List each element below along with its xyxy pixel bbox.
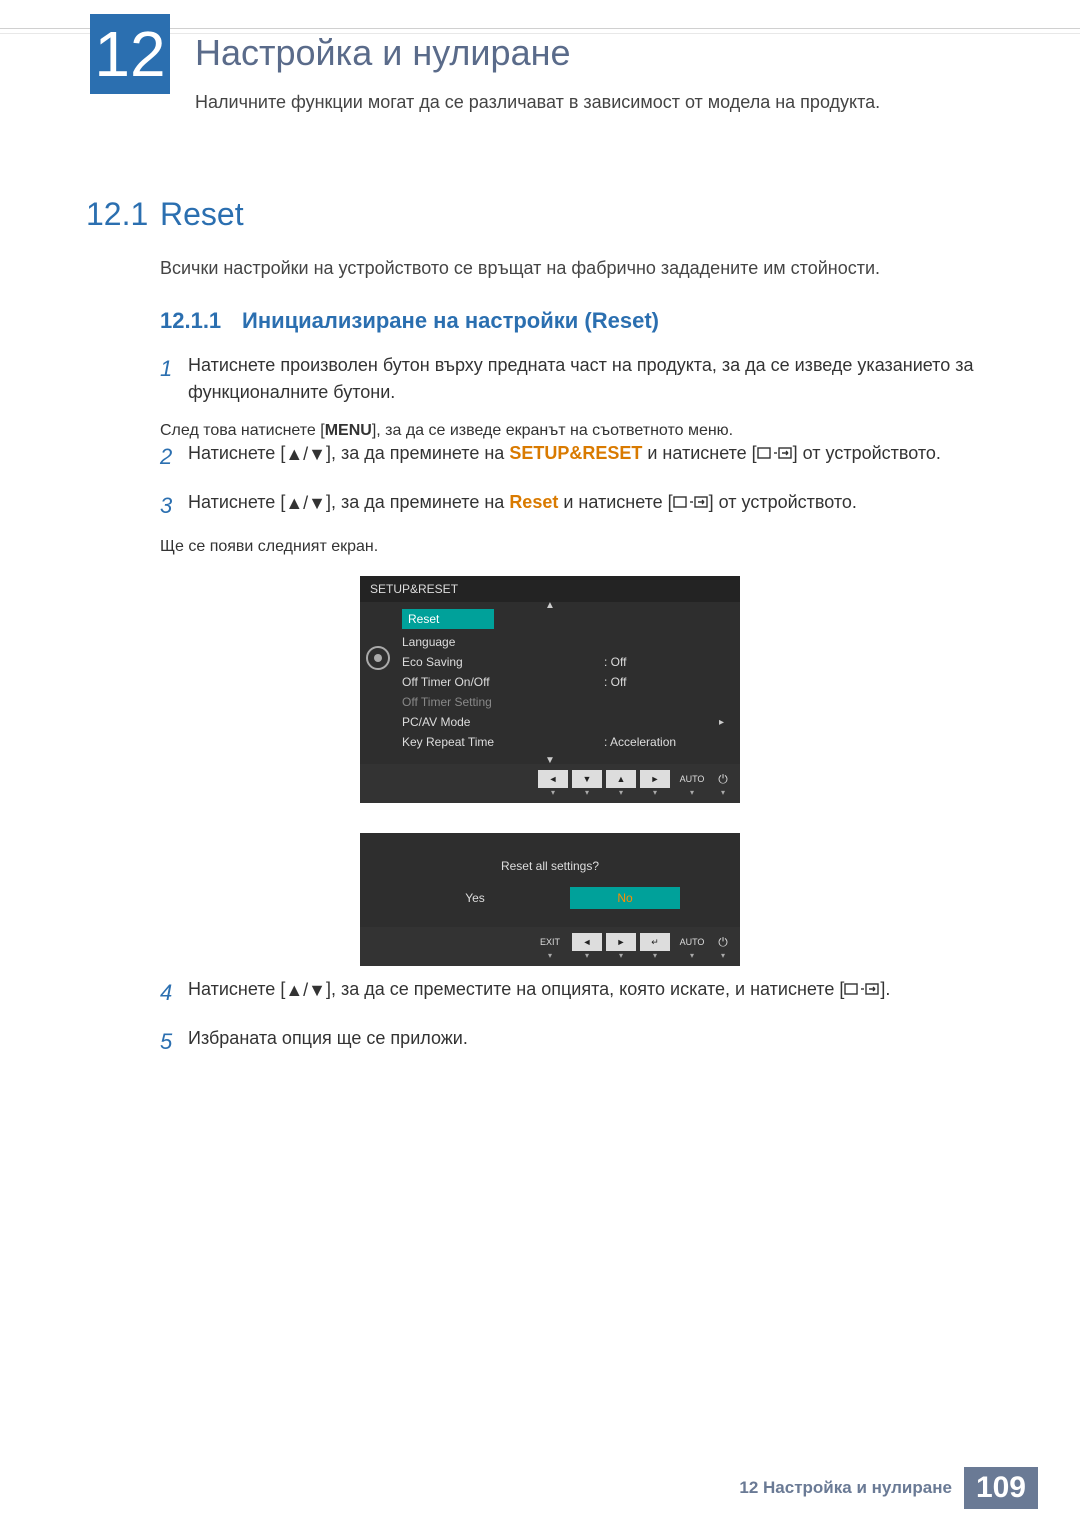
page-footer: 12 Настройка и нулиране 109	[0, 1467, 1080, 1509]
step-3-sub: Ще се появи следният екран.	[160, 538, 990, 556]
chevron-right-icon: ▸	[719, 717, 724, 728]
confirm-prompt: Reset all settings?	[360, 855, 740, 887]
step-1-sub: След това натиснете [MENU], за да се изв…	[160, 422, 990, 440]
osd-item-eco: Eco Saving: Off	[396, 652, 734, 672]
section-number: 12.1	[86, 196, 148, 233]
osd-menu: SETUP&RESET ▲ Reset Language Eco Saving:…	[360, 576, 740, 803]
osd-item-reset: Reset	[396, 606, 734, 632]
steps-list: 1 Натиснете произволен бутон върху предн…	[160, 352, 990, 1074]
osd-button-bar: ◄ ▼ ▲ ► AUTO ⏻ ▾▾▾▾▾▾	[360, 764, 740, 803]
osd-header: SETUP&RESET	[360, 576, 740, 602]
exit-label: EXIT	[532, 937, 568, 947]
osd-item-repeat: Key Repeat Time: Acceleration	[396, 732, 734, 752]
up-down-icon: ▲/▼	[285, 490, 326, 517]
enter-icon: ↵	[640, 933, 670, 951]
osd-confirm-bar: EXIT ◄ ► ↵ AUTO ⏻ ▾▾▾▾▾▾	[360, 927, 740, 966]
enter-source-icon	[757, 441, 793, 468]
nav-left-icon: ◄	[538, 770, 568, 788]
nav-up-icon: ▲	[606, 770, 636, 788]
step-2: 2 Натиснете [▲/▼], за да преминете на SE…	[160, 440, 990, 473]
power-icon: ⏻	[714, 772, 732, 787]
scroll-up-icon: ▲	[545, 600, 555, 611]
auto-label: AUTO	[674, 774, 710, 784]
power-icon: ⏻	[714, 935, 732, 950]
osd-menu-illustration: SETUP&RESET ▲ Reset Language Eco Saving:…	[360, 576, 990, 966]
section-desc: Всички настройки на устройството се връщ…	[160, 258, 990, 279]
section-title: Reset	[160, 196, 244, 233]
up-down-icon: ▲/▼	[285, 441, 326, 468]
gear-icon	[366, 646, 390, 670]
step-1: 1 Натиснете произволен бутон върху предн…	[160, 352, 990, 406]
nav-right-icon: ►	[640, 770, 670, 788]
nav-down-icon: ▼	[572, 770, 602, 788]
chapter-intro: Наличните функции могат да се различават…	[195, 92, 880, 113]
enter-source-icon	[844, 977, 880, 1004]
osd-item-timer-setting: Off Timer Setting	[396, 692, 734, 712]
nav-left-icon: ◄	[572, 933, 602, 951]
osd-item-language: Language	[396, 632, 734, 652]
auto-label: AUTO	[674, 937, 710, 947]
enter-source-icon	[673, 490, 709, 517]
osd-item-pcav: PC/AV Mode▸	[396, 712, 734, 732]
step-1-text: Натиснете произволен бутон върху преднат…	[188, 352, 990, 406]
step-3: 3 Натиснете [▲/▼], за да преминете на Re…	[160, 489, 990, 522]
osd-item-timer: Off Timer On/Off: Off	[396, 672, 734, 692]
menu-label: MENU	[325, 422, 372, 439]
footer-text: 12 Настройка и нулиране	[739, 1478, 952, 1498]
osd-confirm-dialog: Reset all settings? Yes No EXIT ◄ ► ↵ AU…	[360, 833, 740, 966]
setup-reset-keyword: SETUP&RESET	[509, 443, 642, 463]
chapter-number: 12	[90, 14, 170, 94]
chapter-title: Настройка и нулиране	[195, 32, 571, 74]
subsection-number: 12.1.1	[160, 308, 221, 334]
chapter-badge: 12	[90, 14, 170, 94]
step-5: 5 Избраната опция ще се приложи.	[160, 1025, 990, 1058]
reset-keyword: Reset	[509, 492, 558, 512]
choice-yes: Yes	[420, 887, 530, 909]
up-down-icon: ▲/▼	[285, 977, 326, 1004]
subsection-title: Инициализиране на настройки (Reset)	[242, 308, 659, 334]
page-number: 109	[964, 1467, 1038, 1509]
step-4: 4 Натиснете [▲/▼], за да се преместите н…	[160, 976, 990, 1009]
step-5-text: Избраната опция ще се приложи.	[188, 1025, 990, 1058]
choice-no: No	[570, 887, 680, 909]
nav-right-icon: ►	[606, 933, 636, 951]
